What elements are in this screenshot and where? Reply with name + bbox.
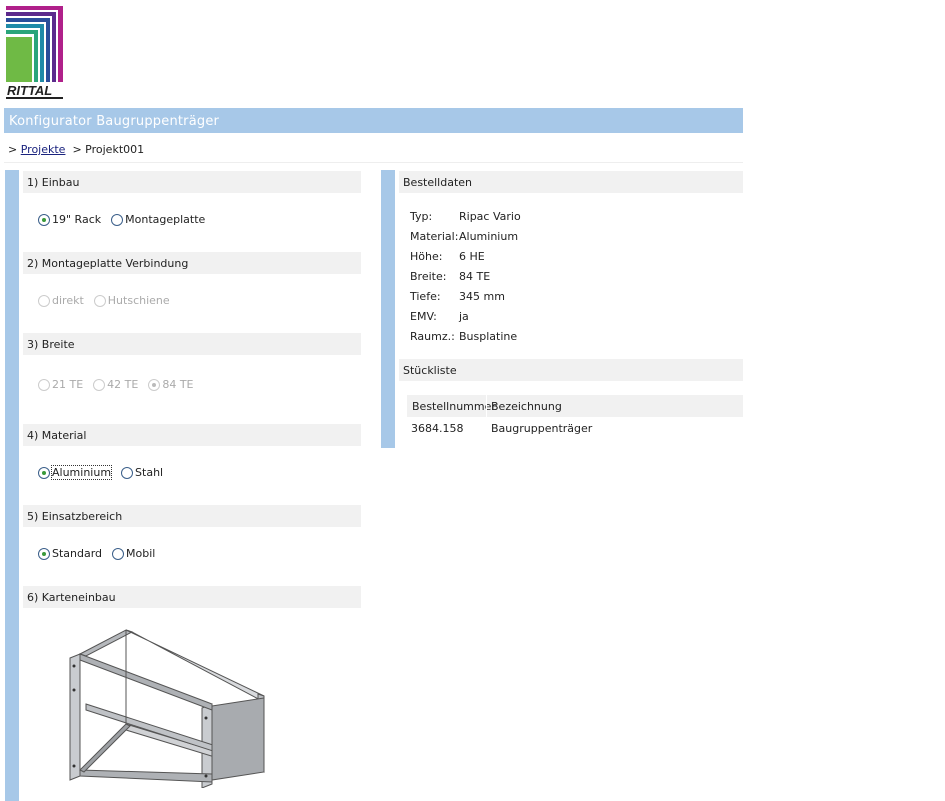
radio-group: Aluminium Stahl: [38, 465, 169, 480]
order-detail-key: EMV:: [410, 310, 437, 323]
order-detail-row: Tiefe: 345 mm: [410, 290, 505, 303]
order-detail-value: 345 mm: [459, 290, 505, 303]
order-detail-row: Breite: 84 TE: [410, 270, 490, 283]
order-detail-row: EMV: ja: [410, 310, 469, 323]
left-accent-bar: [5, 170, 19, 801]
rack-image: [69, 629, 265, 788]
radio-label: 42 TE: [107, 378, 139, 391]
breadcrumb-current: Projekt001: [85, 143, 145, 156]
order-detail-key: Breite:: [410, 270, 447, 283]
radio-button: [93, 378, 106, 391]
order-detail-value: 84 TE: [459, 270, 491, 283]
radio-button[interactable]: [121, 466, 134, 479]
radio-group: 19" Rack Montageplatte: [38, 213, 211, 226]
order-detail-key: Tiefe:: [410, 290, 441, 303]
right-accent-bar: [381, 170, 395, 448]
order-detail-row: Material:Aluminium: [410, 230, 518, 243]
section-header: 6) Karteneinbau: [23, 586, 361, 608]
radio-button[interactable]: [111, 213, 124, 226]
rittal-logo: RITTAL: [6, 6, 63, 99]
radio-button: [38, 294, 50, 307]
section-header: 3) Breite: [23, 333, 361, 355]
radio-option: 42 TE: [93, 378, 138, 391]
radio-button[interactable]: [38, 213, 50, 226]
radio-button[interactable]: [38, 466, 50, 479]
breadcrumb-link-projekte[interactable]: Projekte: [21, 143, 66, 156]
radio-label: Hutschiene: [107, 294, 170, 307]
radio-button: [148, 378, 161, 391]
parts-table-header: Bestellnummer Bezeichnung: [407, 395, 743, 417]
section-header: 5) Einsatzbereich: [23, 505, 361, 527]
order-detail-value: 6 HE: [459, 250, 485, 263]
parts-row-number: 3684.158: [411, 422, 464, 435]
radio-option[interactable]: Montageplatte: [111, 213, 205, 226]
radio-group: direkt Hutschiene: [38, 294, 176, 307]
order-detail-key: Typ:: [410, 210, 433, 223]
radio-option: 21 TE: [38, 378, 83, 391]
radio-option[interactable]: Stahl: [121, 466, 163, 479]
radio-label: Mobil: [126, 547, 156, 560]
page-title: Konfigurator Baugruppenträger: [4, 108, 743, 133]
radio-button[interactable]: [112, 547, 125, 560]
radio-label: direkt: [52, 294, 84, 307]
radio-label: Montageplatte: [125, 213, 206, 226]
parts-row-description: Baugruppenträger: [491, 422, 593, 435]
col-header-bestellnummer: Bestellnummer: [412, 400, 496, 413]
radio-group: 21 TE 42 TE 84 TE: [38, 378, 200, 391]
section-header: 1) Einbau: [23, 171, 361, 193]
order-detail-key: Material:: [410, 230, 459, 243]
section-header: 2) Montageplatte Verbindung: [23, 252, 361, 274]
order-detail-row: Raumz.: Busplatine: [410, 330, 517, 343]
radio-option[interactable]: 19" Rack: [38, 213, 101, 226]
radio-option[interactable]: Standard: [38, 547, 102, 560]
section-header-bestelldaten: Bestelldaten: [399, 171, 743, 193]
radio-button: [93, 294, 106, 307]
radio-label: 84 TE: [162, 378, 194, 391]
radio-option: 84 TE: [148, 378, 194, 391]
radio-label: Standard: [52, 547, 103, 560]
col-header-bezeichnung: Bezeichnung: [491, 400, 562, 413]
order-detail-key: Höhe:: [410, 250, 443, 263]
radio-label: Aluminium: [50, 465, 113, 480]
svg-text:RITTAL: RITTAL: [7, 83, 52, 98]
order-detail-value: ja: [459, 310, 469, 323]
order-detail-key: Raumz.:: [410, 330, 455, 343]
radio-label: 19" Rack: [52, 213, 102, 226]
section-header: 4) Material: [23, 424, 361, 446]
order-detail-row: Typ: Ripac Vario: [410, 210, 521, 223]
divider: [4, 162, 743, 163]
radio-option[interactable]: Aluminium: [38, 465, 113, 480]
breadcrumb: > Projekte > Projekt001: [8, 143, 145, 156]
section-header-stueckliste: Stückliste: [399, 359, 743, 381]
order-detail-row: Höhe: 6 HE: [410, 250, 485, 263]
order-detail-value: Ripac Vario: [459, 210, 521, 223]
order-detail-value: Aluminium: [459, 230, 519, 243]
radio-label: Stahl: [135, 466, 164, 479]
radio-option[interactable]: Mobil: [112, 547, 155, 560]
radio-label: 21 TE: [52, 378, 84, 391]
radio-button: [38, 378, 50, 391]
order-detail-value: Busplatine: [459, 330, 518, 343]
radio-button[interactable]: [38, 547, 50, 560]
radio-option: Hutschiene: [93, 294, 170, 307]
radio-option: direkt: [38, 294, 84, 307]
radio-group: Standard Mobil: [38, 547, 161, 560]
